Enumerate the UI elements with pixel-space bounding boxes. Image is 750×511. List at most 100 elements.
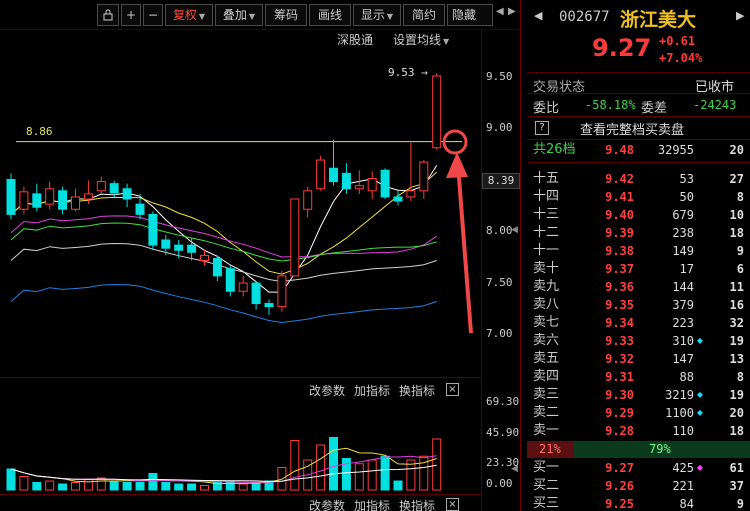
level-count: 27: [729, 172, 744, 186]
level-label: 卖三: [533, 387, 560, 402]
ask-row[interactable]: 卖八 9.35 379 16: [527, 296, 750, 314]
level-label: 买一: [533, 460, 560, 475]
ask-row[interactable]: 卖四 9.31 88 8: [527, 368, 750, 386]
level-volume: 147: [672, 352, 694, 366]
level-volume: 17: [679, 262, 694, 276]
total-levels-row: 共26档 9.48 32955 20: [533, 142, 744, 157]
level-volume: 53: [679, 172, 694, 186]
level-label: 卖六: [533, 333, 560, 348]
ask-row[interactable]: 卖五 9.32 147 13: [527, 350, 750, 368]
full-book-button[interactable]: ? 查看完整档买卖盘: [527, 118, 750, 138]
level-label: 卖七: [533, 315, 560, 330]
level-label: 卖五: [533, 351, 560, 366]
level-label: 十五: [533, 171, 560, 186]
annotation-arrow-head: [446, 152, 468, 178]
level-label: 卖十: [533, 261, 560, 276]
panel-divider: [527, 162, 750, 163]
ask-row[interactable]: 卖七 9.34 223 32: [527, 314, 750, 332]
level-volume: 110: [672, 424, 694, 438]
level-price: 9.41: [605, 190, 634, 204]
level-volume: 1100: [665, 406, 694, 420]
level-label: 卖八: [533, 297, 560, 312]
level-volume: 425: [672, 461, 694, 475]
level-volume: 223: [672, 316, 694, 330]
level-count: 9: [736, 244, 744, 258]
level-price: 9.27: [605, 461, 634, 475]
level-count: 11: [729, 280, 744, 294]
level-volume: 144: [672, 280, 694, 294]
quote-panel: ◀ 002677 浙江美大 ▶ 9.27 +0.61 +7.04% 交易状态 已…: [527, 0, 750, 511]
level-count: 18: [729, 226, 744, 240]
annotation-circle: [442, 129, 468, 155]
ratio-right-label: 79%: [649, 442, 671, 456]
level-count: 18: [729, 424, 744, 438]
level-label: 卖一: [533, 423, 560, 438]
level-count: 8: [736, 370, 744, 384]
next-stock-icon[interactable]: ▶: [736, 9, 744, 22]
level-volume: 221: [672, 479, 694, 493]
magenta-marker-icon: ◆: [696, 463, 703, 472]
stock-code: 002677: [559, 9, 610, 25]
cyan-marker-icon: ◆: [696, 390, 703, 399]
level-price: 9.33: [605, 334, 634, 348]
level-label: 卖九: [533, 279, 560, 294]
level-count: 19: [729, 388, 744, 402]
ask-row[interactable]: 十三 9.40 679 10: [527, 206, 750, 224]
level-label: 卖二: [533, 405, 560, 420]
level-price: 9.36: [605, 280, 634, 294]
level-count: 16: [729, 298, 744, 312]
level-price: 9.31: [605, 370, 634, 384]
annotation-overlay: [442, 129, 473, 334]
cyan-marker-icon: ◆: [696, 336, 703, 345]
level-volume: 84: [679, 497, 694, 511]
ask-row[interactable]: 卖二 9.29 1100 ◆ 20: [527, 404, 750, 422]
level-price: 9.28: [605, 424, 634, 438]
buy-sell-ratio-bar: 21% 79%: [527, 441, 750, 458]
level-volume: 3219: [665, 388, 694, 402]
full-book-text: 查看完整档买卖盘: [580, 123, 685, 138]
level-price: 9.42: [605, 172, 634, 186]
ask-row[interactable]: 十一 9.38 149 9: [527, 242, 750, 260]
ask-row[interactable]: 十四 9.41 50 8: [527, 188, 750, 206]
level-price: 9.39: [605, 226, 634, 240]
level-label: 买二: [533, 478, 560, 493]
level-label: 十四: [533, 189, 560, 204]
level-price: 9.34: [605, 316, 634, 330]
level-count: 13: [729, 352, 744, 366]
prev-stock-icon[interactable]: ◀: [534, 9, 542, 22]
stock-name: 浙江美大: [620, 9, 697, 31]
level-price: 9.29: [605, 406, 634, 420]
level-price: 9.35: [605, 298, 634, 312]
weicha-value: -24243: [693, 98, 737, 112]
level-label: 十三: [533, 207, 560, 222]
bid-row[interactable]: 买一 9.27 425 ◆ 61: [527, 459, 750, 477]
weicha-label: 委差: [641, 101, 668, 116]
ask-row[interactable]: 卖三 9.30 3219 ◆ 19: [527, 386, 750, 404]
level-count: 20: [729, 406, 744, 420]
bid-row[interactable]: 买三 9.25 84 9: [527, 495, 750, 511]
panel-divider: [527, 116, 750, 117]
ratio-left-label: 21%: [539, 442, 561, 456]
level-volume: 679: [672, 208, 694, 222]
price-change: +0.61: [659, 34, 696, 48]
ask-row[interactable]: 十五 9.42 53 27: [527, 170, 750, 188]
ask-row[interactable]: 十二 9.39 238 18: [527, 224, 750, 242]
level-price: 9.25: [605, 497, 634, 511]
panel-divider: [527, 139, 750, 140]
bid-row[interactable]: 买二 9.26 221 37: [527, 477, 750, 495]
level-price: 9.30: [605, 388, 634, 402]
ask-row[interactable]: 卖一 9.28 110 18: [527, 422, 750, 440]
level-label: 买三: [533, 496, 560, 511]
level-count: 61: [729, 461, 744, 475]
level-price: 9.32: [605, 352, 634, 366]
level-count: 6: [736, 262, 744, 276]
level-volume: 149: [672, 244, 694, 258]
ask-row[interactable]: 卖十 9.37 17 6: [527, 260, 750, 278]
last-price: 9.27: [592, 34, 652, 62]
ask-row[interactable]: 卖九 9.36 144 11: [527, 278, 750, 296]
ask-row[interactable]: 卖六 9.33 310 ◆ 19: [527, 332, 750, 350]
level-price: 9.37: [605, 262, 634, 276]
level-count: 10: [729, 208, 744, 222]
level-volume: 88: [679, 370, 694, 384]
panel-divider: [527, 93, 750, 94]
